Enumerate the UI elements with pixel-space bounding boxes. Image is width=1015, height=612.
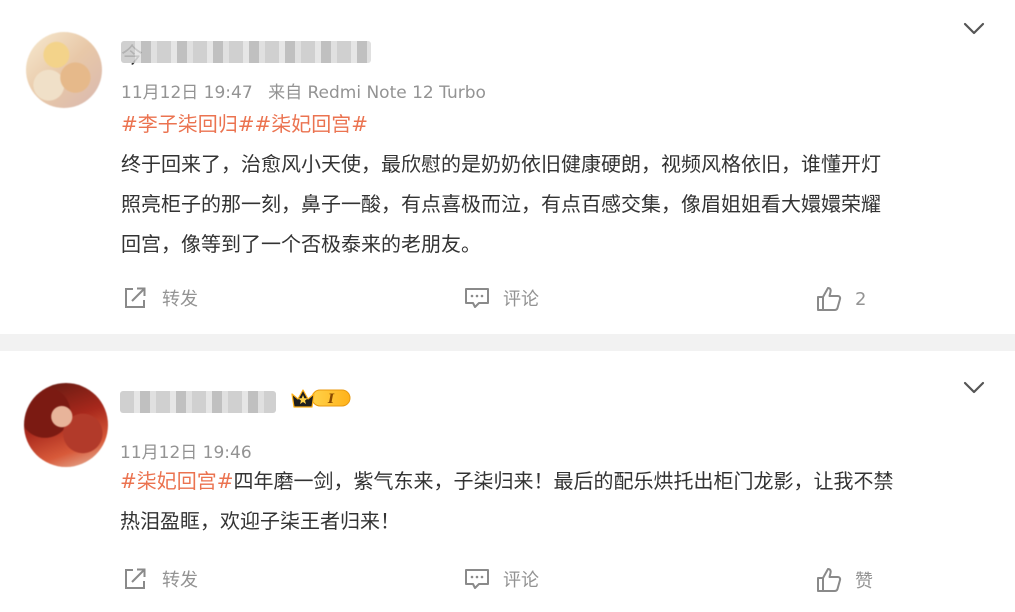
post-content: #柒妃回宫#四年磨一剑，紫气东来，子柒归来！最后的配乐烘托出柜门龙影，让我不禁 …	[120, 461, 980, 541]
post-card: 今 11月12日 19:47 来自 Redmi Note 12 Turbo #李…	[0, 0, 1015, 334]
crown-badge-icon[interactable]: I	[290, 386, 352, 410]
hashtag-link[interactable]: #李子柒回归#	[121, 112, 255, 136]
hashtag-link[interactable]: #柒妃回宫#	[120, 469, 234, 493]
like-count: 2	[855, 288, 867, 310]
body-line: #柒妃回宫#四年磨一剑，紫气东来，子柒归来！最后的配乐烘托出柜门龙影，让我不禁	[120, 461, 980, 501]
comment-button[interactable]: 评论	[463, 566, 539, 592]
hashtag-line: #李子柒回归##柒妃回宫#	[121, 104, 981, 144]
post-date[interactable]: 11月12日 19:47	[121, 83, 253, 103]
post-meta: 11月12日 19:46	[120, 438, 252, 463]
repost-button[interactable]: 转发	[122, 566, 198, 592]
body-line: 回宫，像等到了一个否极泰来的老朋友。	[121, 232, 481, 256]
repost-label: 转发	[162, 289, 198, 310]
like-button[interactable]: 2	[815, 285, 866, 313]
body-text: 四年磨一剑，紫气东来，子柒归来！最后的配乐烘托出柜门龙影，让我不禁	[233, 469, 894, 493]
repost-button[interactable]: 转发	[122, 285, 198, 311]
comment-label: 评论	[503, 570, 539, 591]
vip-level-text: I	[327, 392, 335, 407]
post-divider	[0, 334, 1015, 351]
action-bar: 转发 评论 2	[0, 285, 1015, 315]
action-bar: 转发 评论 赞	[0, 566, 1015, 596]
author-name-blurred[interactable]	[120, 391, 276, 413]
like-button[interactable]: 赞	[815, 566, 873, 594]
comment-label: 评论	[503, 289, 539, 310]
repost-label: 转发	[162, 570, 198, 591]
share-arrow-icon	[125, 568, 146, 589]
avatar[interactable]	[24, 383, 108, 467]
thumbs-up-icon	[817, 568, 842, 592]
comment-bubble-icon	[465, 288, 489, 308]
body-line: 照亮柜子的那一刻，鼻子一酸，有点喜极而泣，有点百感交集，像眉姐姐看大嬛嬛荣耀	[121, 192, 881, 216]
post-source: 来自 Redmi Note 12 Turbo	[268, 83, 486, 103]
comment-bubble-icon	[465, 569, 489, 589]
chevron-down-icon[interactable]	[963, 22, 985, 36]
post-card: I 11月12日 19:46 #柒妃回宫#四年磨一剑，紫气东来，子柒归来！最后的…	[0, 351, 1015, 612]
post-date[interactable]: 11月12日 19:46	[120, 443, 252, 463]
body-line: 热泪盈眶，欢迎子柒王者归来！	[120, 509, 400, 533]
post-content: #李子柒回归##柒妃回宫# 终于回来了，治愈风小天使，最欣慰的是奶奶依旧健康硬朗…	[121, 104, 981, 264]
author-name-blurred[interactable]	[121, 41, 371, 63]
body-line: 终于回来了，治愈风小天使，最欣慰的是奶奶依旧健康硬朗，视频风格依旧，谁懂开灯	[121, 152, 881, 176]
comment-button[interactable]: 评论	[463, 285, 539, 311]
chevron-down-icon[interactable]	[963, 381, 985, 395]
hashtag-link[interactable]: #柒妃回宫#	[255, 112, 369, 136]
post-meta: 11月12日 19:47 来自 Redmi Note 12 Turbo	[121, 78, 486, 103]
thumbs-up-icon	[817, 287, 842, 311]
share-arrow-icon	[125, 287, 146, 308]
like-label: 赞	[855, 571, 873, 592]
avatar[interactable]	[26, 32, 102, 108]
